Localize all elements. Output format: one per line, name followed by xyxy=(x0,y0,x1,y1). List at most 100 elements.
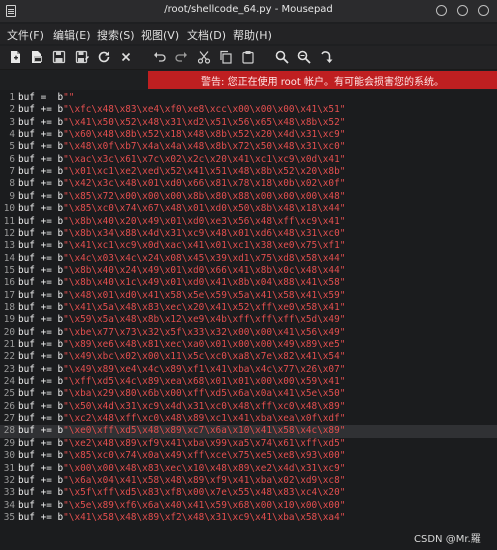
string-literal: "\x5e\x89\xf6\x6a\x40\x41\x59\x68\x00\x1… xyxy=(63,499,346,511)
code-line[interactable]: 29 buf += b"\xe2\x48\x89\xf9\x41\xba\x99\… xyxy=(0,438,497,450)
code-line[interactable]: 7 buf += b"\x01\xc1\xe2\xed\x52\x41\x51\x… xyxy=(0,166,497,178)
code-text: buf += b"\xba\x29\x80\x6b\x00\xff\xd5\x6… xyxy=(18,388,345,400)
line-number: 7 xyxy=(9,166,15,178)
code-line[interactable]: 15 buf += b"\x8b\x40\x24\x49\x01\xd0\x66\… xyxy=(0,265,497,277)
save-as-icon[interactable] xyxy=(73,48,91,66)
find-icon[interactable] xyxy=(273,48,291,66)
code-line[interactable]: 9 buf += b"\x85\x72\x00\x00\x00\x8b\x80\x… xyxy=(0,191,497,203)
menu-bar: 文件(F) 编辑(E) 搜索(S) 视图(V) 文档(D) 帮助(H) xyxy=(0,24,497,44)
code-line[interactable]: 31 buf += b"\x00\x00\x48\x83\xec\x10\x48\… xyxy=(0,463,497,475)
code-line[interactable]: 26 buf += b"\x50\x4d\x31\xc9\x4d\x31\xc0\… xyxy=(0,401,497,413)
code-line[interactable]: 17 buf += b"\x48\x01\xd0\x41\x58\x5e\x59\… xyxy=(0,290,497,302)
code-prefix: buf += b xyxy=(18,264,64,276)
line-number: 8 xyxy=(9,178,15,190)
menu-document[interactable]: 文档(D) xyxy=(187,27,226,43)
code-line[interactable]: 33 buf += b"\x5f\xff\xd5\x83\xf8\x00\x7e\… xyxy=(0,487,497,499)
code-line[interactable]: 20 buf += b"\xbe\x77\x73\x32\x5f\x33\x32\… xyxy=(0,327,497,339)
line-number: 32 xyxy=(3,474,15,486)
undo-icon[interactable] xyxy=(151,48,169,66)
string-literal: "\xac\x3c\x61\x7c\x02\x2c\x20\x41\xc1\xc… xyxy=(63,153,346,165)
string-literal: "" xyxy=(63,92,75,103)
code-prefix: buf += b xyxy=(18,203,64,215)
code-prefix: buf += b xyxy=(18,450,64,462)
line-number: 34 xyxy=(3,499,15,511)
line-number: 14 xyxy=(3,252,15,264)
code-line[interactable]: 16 buf += b"\x8b\x40\x1c\x49\x01\xd0\x41\… xyxy=(0,277,497,289)
string-literal: "\xe2\x48\x89\xf9\x41\xba\x99\xa5\x74\x6… xyxy=(63,437,346,449)
code-line[interactable]: 25 buf += b"\xba\x29\x80\x6b\x00\xff\xd5\… xyxy=(0,388,497,400)
text-editor[interactable]: 1 buf = b"" 2 buf += b"\xfc\x48\x83\xe4\xf0… xyxy=(0,90,497,550)
code-line[interactable]: 1 buf = b"" xyxy=(0,92,497,104)
code-line[interactable]: 27 buf += b"\xc2\x48\xff\xc0\x48\x89\xc1\… xyxy=(0,413,497,425)
code-text: buf += b"\x89\xe6\x48\x81\xec\xa0\x01\x0… xyxy=(18,339,345,351)
string-literal: "\x41\x58\x48\x89\xf2\x48\x31\xc9\x41\xb… xyxy=(63,511,346,523)
cut-icon[interactable] xyxy=(195,48,213,66)
line-number: 24 xyxy=(3,376,15,388)
copy-icon[interactable] xyxy=(217,48,235,66)
string-literal: "\x4c\x03\x4c\x24\x08\x45\x39\xd1\x75\xd… xyxy=(63,252,346,264)
code-line[interactable]: 5 buf += b"\x48\x0f\xb7\x4a\x4a\x48\x8b\x… xyxy=(0,141,497,153)
code-line[interactable]: 24 buf += b"\xff\xd5\x4c\x89\xea\x68\x01\… xyxy=(0,376,497,388)
code-line[interactable]: 3 buf += b"\x41\x50\x52\x48\x31\xd2\x51\x… xyxy=(0,117,497,129)
code-line[interactable]: 23 buf += b"\x49\x89\xe4\x4c\x89\xf1\x41\… xyxy=(0,364,497,376)
close-document-icon[interactable] xyxy=(117,48,135,66)
menu-search[interactable]: 搜索(S) xyxy=(97,27,135,43)
code-text: buf += b"\x8b\x40\x24\x49\x01\xd0\x66\x4… xyxy=(18,265,345,277)
minimize-button[interactable] xyxy=(436,5,447,16)
code-line[interactable]: 21 buf += b"\x89\xe6\x48\x81\xec\xa0\x01\… xyxy=(0,339,497,351)
root-warning-text: 警告: 您正在使用 root 帐户。有可能会损害您的系统。 xyxy=(201,77,444,88)
line-number: 5 xyxy=(9,141,15,153)
line-number: 35 xyxy=(3,511,15,523)
maximize-button[interactable] xyxy=(457,5,468,16)
code-line[interactable]: 12 buf += b"\x8b\x34\x88\x4d\x31\xc9\x48\… xyxy=(0,228,497,240)
find-replace-icon[interactable] xyxy=(295,48,313,66)
paste-icon[interactable] xyxy=(239,48,257,66)
redo-icon[interactable] xyxy=(172,48,190,66)
line-number: 3 xyxy=(9,116,15,128)
new-document-icon[interactable] xyxy=(6,48,24,66)
menu-edit[interactable]: 编辑(E) xyxy=(53,27,91,43)
code-line[interactable]: 30 buf += b"\x85\xc0\x74\x0a\x49\xff\xce\… xyxy=(0,450,497,462)
string-literal: "\x01\xc1\xe2\xed\x52\x41\x51\x48\x8b\x5… xyxy=(63,166,346,178)
code-line[interactable]: 6 buf += b"\xac\x3c\x61\x7c\x02\x2c\x20\x… xyxy=(0,154,497,166)
code-text: buf += b"\x60\x48\x8b\x52\x18\x48\x8b\x5… xyxy=(18,129,345,141)
code-text: buf += b"\x01\xc1\xe2\xed\x52\x41\x51\x4… xyxy=(18,166,345,178)
code-line[interactable]: 34 buf += b"\x5e\x89\xf6\x6a\x40\x41\x59\… xyxy=(0,500,497,512)
save-icon[interactable] xyxy=(50,48,68,66)
menu-view[interactable]: 视图(V) xyxy=(141,27,179,43)
code-line[interactable]: 35 buf += b"\x41\x58\x48\x89\xf2\x48\x31\… xyxy=(0,512,497,524)
code-line[interactable]: 19 buf += b"\x59\x5a\x48\x8b\x12\xe9\x4b\… xyxy=(0,314,497,326)
string-literal: "\xba\x29\x80\x6b\x00\xff\xd5\x6a\x0a\x4… xyxy=(63,388,346,400)
menu-file[interactable]: 文件(F) xyxy=(7,27,44,43)
window-title: /root/shellcode_64.py - Mousepad xyxy=(164,4,333,15)
line-number: 20 xyxy=(3,326,15,338)
code-line[interactable]: 2 buf += b"\xfc\x48\x83\xe4\xf0\xe8\xcc\x… xyxy=(0,104,497,116)
code-prefix: buf += b xyxy=(18,351,64,363)
code-line[interactable]: 28 buf += b"\xe0\xff\xd5\x48\x89\xc7\x6a\… xyxy=(0,425,497,438)
code-prefix: buf += b xyxy=(18,141,64,153)
code-line[interactable]: 14 buf += b"\x4c\x03\x4c\x24\x08\x45\x39\… xyxy=(0,253,497,265)
reload-icon[interactable] xyxy=(95,48,113,66)
new-window-icon[interactable] xyxy=(28,48,46,66)
close-window-button[interactable] xyxy=(478,5,489,16)
code-prefix: buf += b xyxy=(18,240,64,252)
code-line[interactable]: 4 buf += b"\x60\x48\x8b\x52\x18\x48\x8b\x… xyxy=(0,129,497,141)
code-text: buf += b"\x41\x58\x48\x89\xf2\x48\x31\xc… xyxy=(18,512,345,524)
code-line[interactable]: 11 buf += b"\x8b\x40\x20\x49\x01\xd0\xe3\… xyxy=(0,216,497,228)
goto-icon[interactable] xyxy=(317,48,335,66)
code-text: buf += b"\x00\x00\x48\x83\xec\x10\x48\x8… xyxy=(18,463,345,475)
line-number: 21 xyxy=(3,339,15,350)
code-text: buf = b"" xyxy=(18,92,74,104)
code-line[interactable]: 13 buf += b"\x41\xc1\xc9\x0d\xac\x41\x01\… xyxy=(0,240,497,252)
code-line[interactable]: 22 buf += b"\x49\xbc\x02\x00\x11\x5c\xc0\… xyxy=(0,351,497,363)
code-prefix: buf += b xyxy=(18,129,64,141)
menu-help[interactable]: 帮助(H) xyxy=(233,27,272,43)
code-prefix: buf += b xyxy=(18,190,64,202)
code-prefix: buf += b xyxy=(18,104,64,116)
code-line[interactable]: 32 buf += b"\x6a\x04\x41\x58\x48\x89\xf9\… xyxy=(0,475,497,487)
line-number: 6 xyxy=(9,153,15,165)
code-line[interactable]: 8 buf += b"\x42\x3c\x48\x01\xd0\x66\x81\x… xyxy=(0,178,497,190)
code-text: buf += b"\x85\x72\x00\x00\x00\x8b\x80\x8… xyxy=(18,191,345,203)
code-line[interactable]: 18 buf += b"\x41\x5a\x48\x83\xec\x20\x41\… xyxy=(0,302,497,314)
code-line[interactable]: 10 buf += b"\x85\xc0\x74\x67\x48\x01\xd0\… xyxy=(0,203,497,215)
